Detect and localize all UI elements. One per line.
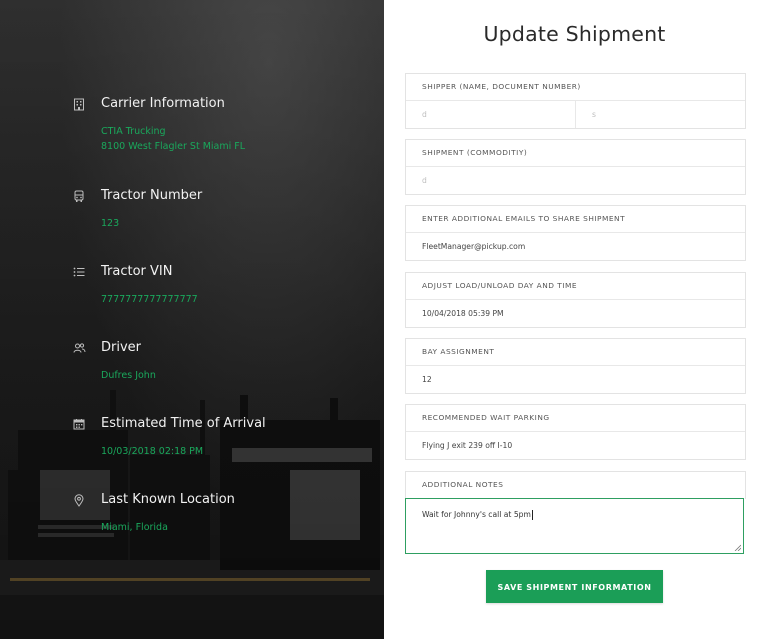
load-time-input[interactable]: 10/04/2018 05:39 PM <box>406 300 745 327</box>
tractor-vin-value: 7777777777777777 <box>101 294 198 305</box>
calendar-icon <box>72 418 86 432</box>
driver-title: Driver <box>101 340 142 355</box>
emails-input[interactable]: FleetManager@pickup.com <box>406 233 745 260</box>
bay-field-group: BAY ASSIGNMENT 12 <box>405 338 746 394</box>
commodity-input[interactable]: d <box>406 167 745 194</box>
update-shipment-form: Update Shipment SHIPPER (NAME, DOCUMENT … <box>384 0 765 639</box>
carrier-name: CTIA Trucking <box>101 126 166 137</box>
load-time-label: ADJUST LOAD/UNLOAD DAY AND TIME <box>406 273 745 300</box>
parking-input[interactable]: Flying J exit 239 off I-10 <box>406 432 745 459</box>
shipper-document-input[interactable]: s <box>576 101 596 128</box>
shipper-name-input[interactable]: d <box>406 101 576 128</box>
parking-field-group: RECOMMENDED WAIT PARKING Flying J exit 2… <box>405 404 746 460</box>
parking-label: RECOMMENDED WAIT PARKING <box>406 405 745 432</box>
driver-info: Driver Dufres John <box>72 340 372 385</box>
users-icon <box>72 342 86 356</box>
bay-input[interactable]: 12 <box>406 366 745 393</box>
tractor-vin-title: Tractor VIN <box>101 264 173 279</box>
driver-value: Dufres John <box>101 370 156 381</box>
shipment-info-panel: Carrier Information CTIA Trucking 8100 W… <box>0 0 384 639</box>
notes-label: ADDITIONAL NOTES <box>422 480 504 489</box>
eta-title: Estimated Time of Arrival <box>101 416 266 431</box>
truck-front-icon <box>72 190 86 204</box>
location-value: Miami, Florida <box>101 522 168 533</box>
save-shipment-button[interactable]: SAVE SHIPMENT INFORMATION <box>486 570 663 603</box>
emails-label: ENTER ADDITIONAL EMAILS TO SHARE SHIPMEN… <box>406 206 745 233</box>
location-info: Last Known Location Miami, Florida <box>72 492 372 537</box>
text-caret <box>531 510 533 520</box>
location-title: Last Known Location <box>101 492 235 507</box>
notes-textarea[interactable]: Wait for Johnny's call at 5pm <box>405 498 744 554</box>
commodity-label: SHIPMENT (COMMODITIY) <box>406 140 745 167</box>
tractor-vin-info: Tractor VIN 7777777777777777 <box>72 264 372 309</box>
commodity-field-group: SHIPMENT (COMMODITIY) d <box>405 139 746 195</box>
shipper-label: SHIPPER (NAME, DOCUMENT NUMBER) <box>406 74 745 101</box>
load-time-field-group: ADJUST LOAD/UNLOAD DAY AND TIME 10/04/20… <box>405 272 746 328</box>
list-icon <box>72 266 86 280</box>
notes-field-group: ADDITIONAL NOTES <box>405 471 746 499</box>
shipper-field-group: SHIPPER (NAME, DOCUMENT NUMBER) d s <box>405 73 746 129</box>
tractor-number-title: Tractor Number <box>101 188 203 203</box>
page-title: Update Shipment <box>483 22 666 46</box>
carrier-info: Carrier Information CTIA Trucking 8100 W… <box>72 96 372 156</box>
eta-info: Estimated Time of Arrival 10/03/2018 02:… <box>72 416 372 461</box>
tractor-number-info: Tractor Number 123 <box>72 188 372 233</box>
emails-field-group: ENTER ADDITIONAL EMAILS TO SHARE SHIPMEN… <box>405 205 746 261</box>
bay-label: BAY ASSIGNMENT <box>406 339 745 366</box>
carrier-address: 8100 West Flagler St Miami FL <box>101 141 246 152</box>
resize-handle-icon[interactable] <box>734 544 741 551</box>
map-pin-icon <box>72 494 86 508</box>
carrier-title: Carrier Information <box>101 96 225 111</box>
eta-value: 10/03/2018 02:18 PM <box>101 446 204 457</box>
tractor-number-value: 123 <box>101 218 120 229</box>
building-icon <box>72 98 86 112</box>
notes-text: Wait for Johnny's call at 5pm <box>422 510 531 519</box>
